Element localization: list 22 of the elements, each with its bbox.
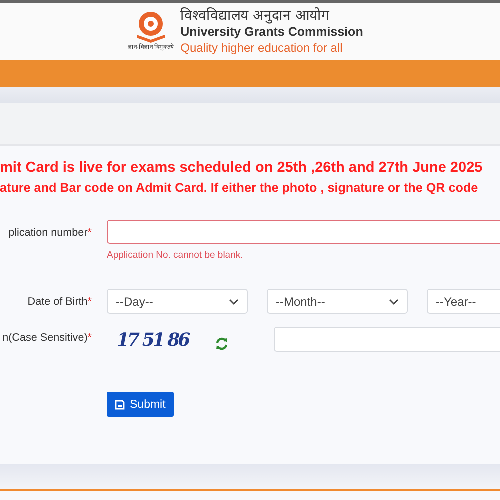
application-number-field[interactable]: [107, 220, 500, 244]
field-label: plication number: [8, 227, 88, 239]
chevron-down-icon: [229, 298, 239, 304]
required-mark: *: [88, 296, 92, 308]
notice-text: mit Card is live for exams scheduled on 25th ,26th and 27th June 2025: [0, 159, 484, 178]
required-mark: *: [88, 332, 92, 344]
date-dropdown[interactable]: --Year--: [427, 289, 500, 314]
site-title: University Grants Commission: [180, 24, 364, 40]
notice-text: ature and Bar code on Admit Card. If either the photo , signature or the QR code: [0, 180, 480, 197]
date-dropdown[interactable]: --Month--: [267, 289, 408, 314]
submit-button[interactable]: Submit: [107, 392, 174, 417]
error-message: Application No. cannot be blank.: [107, 250, 244, 261]
refresh-icon[interactable]: [214, 337, 229, 351]
field-label: Date of Birth: [28, 296, 88, 308]
required-mark: *: [88, 227, 92, 239]
chevron-down-icon: [389, 298, 399, 304]
save-icon: [115, 400, 125, 410]
tagline: Quality higher education for all: [180, 40, 344, 56]
title-hindi: विश्वविद्यालय अनुदान आयोग: [180, 8, 331, 24]
field-label: n(Case Sensitive): [2, 332, 88, 344]
captcha-image: 17 51 86: [117, 330, 190, 352]
date-dropdown[interactable]: --Day--: [107, 289, 248, 314]
